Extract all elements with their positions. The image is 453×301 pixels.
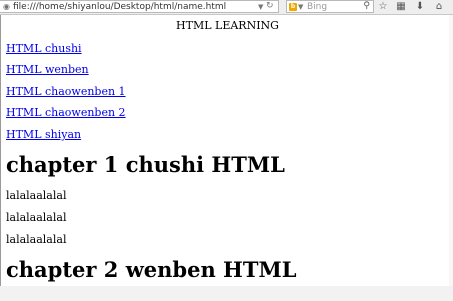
clipboard-icon[interactable]: ▦ bbox=[394, 0, 408, 13]
nav-link-chaowenben-2[interactable]: HTML chaowenben 2 bbox=[6, 106, 126, 119]
search-bar[interactable]: b ▼ Bing ⚲ bbox=[286, 0, 374, 13]
status-strip bbox=[0, 286, 453, 301]
home-icon[interactable]: ⌂ bbox=[432, 0, 446, 13]
page-content: HTML LEARNING HTML chushi HTML wenben HT… bbox=[0, 15, 453, 286]
nav-link-shiyan[interactable]: HTML shiyan bbox=[6, 128, 81, 141]
chevron-down-icon[interactable]: ▼ bbox=[258, 2, 263, 12]
url-bar[interactable]: ◉ file:///home/shiyanlou/Desktop/html/na… bbox=[0, 0, 279, 13]
page-title: HTML LEARNING bbox=[176, 19, 279, 32]
nav-link-chaowenben-1[interactable]: HTML chaowenben 1 bbox=[6, 85, 126, 98]
scrollbar-gutter[interactable] bbox=[449, 15, 453, 286]
chapter-1-heading: chapter 1 chushi HTML bbox=[6, 152, 285, 177]
download-arrow-icon[interactable]: ⬇ bbox=[413, 0, 427, 13]
magnifier-icon[interactable]: ⚲ bbox=[363, 1, 370, 12]
star-icon[interactable]: ☆ bbox=[376, 0, 390, 13]
nav-link-chushi[interactable]: HTML chushi bbox=[6, 42, 82, 55]
engine-chevron-down-icon[interactable]: ▼ bbox=[298, 2, 303, 12]
page-info-icon[interactable]: ◉ bbox=[3, 2, 10, 12]
search-engine-logo-icon[interactable]: b bbox=[289, 3, 297, 11]
chapter-1-paragraph: lalalaalalal bbox=[6, 189, 67, 202]
chapter-1-paragraph: lalalaalalal bbox=[6, 233, 67, 246]
chapter-1-paragraph: lalalaalalal bbox=[6, 211, 67, 224]
search-input-placeholder[interactable]: Bing bbox=[307, 2, 327, 12]
browser-toolbar: ◉ file:///home/shiyanlou/Desktop/html/na… bbox=[0, 0, 453, 15]
chapter-2-heading: chapter 2 wenben HTML bbox=[6, 257, 297, 282]
reload-icon[interactable]: ↻ bbox=[266, 1, 274, 12]
url-text[interactable]: file:///home/shiyanlou/Desktop/html/name… bbox=[13, 2, 226, 12]
nav-link-wenben[interactable]: HTML wenben bbox=[6, 63, 89, 76]
